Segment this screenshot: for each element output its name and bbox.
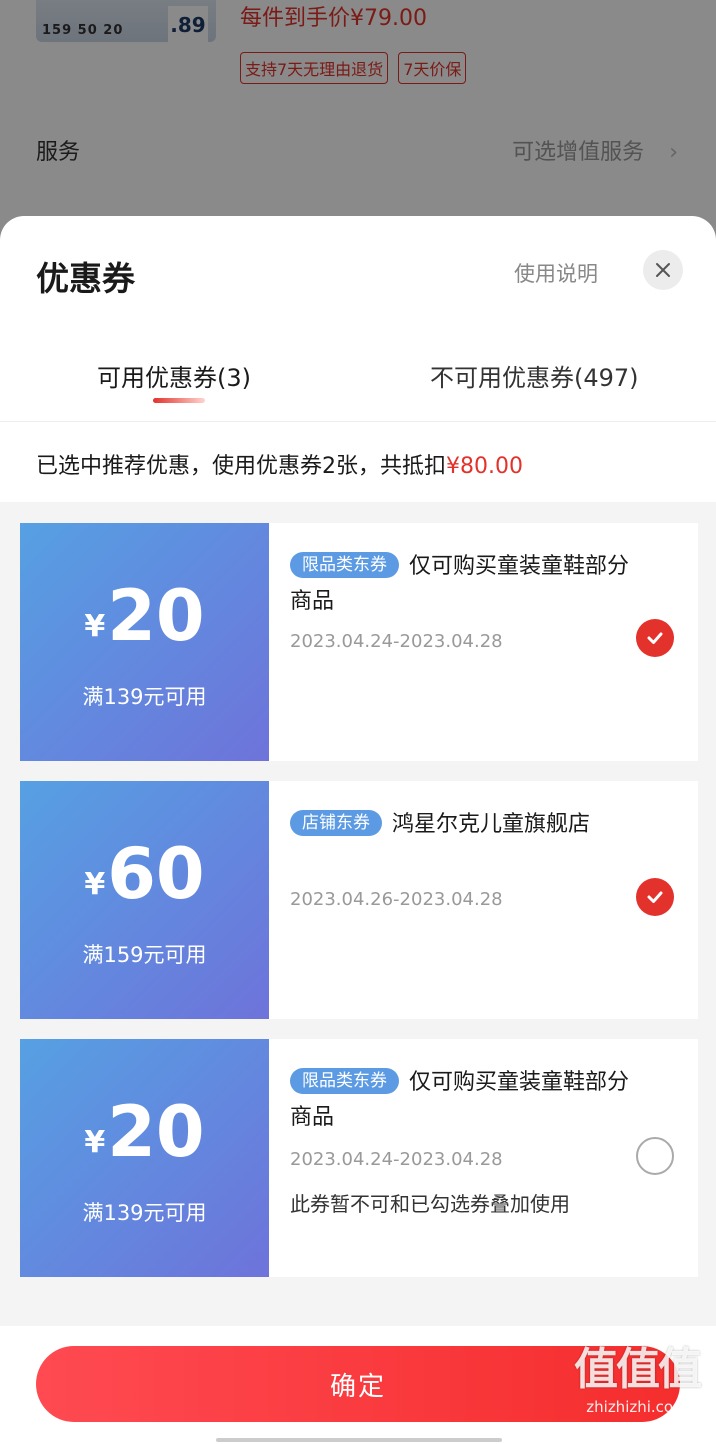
coupon-value-panel: ¥20 满139元可用 [15,523,269,761]
coupon-condition: 满139元可用 [82,685,207,709]
watermark: 值值值 zhizhizhi.com [564,1342,710,1416]
checkmark-icon [647,891,663,903]
watermark-logo: 值值值 [574,1344,702,1395]
close-icon [656,263,670,277]
coupon-info: 店铺东券 鸿星尔克儿童旗舰店 2023.04.26-2023.04.28 [269,781,698,1019]
home-indicator [216,1438,502,1442]
coupon-checkbox-checked[interactable] [636,878,674,916]
coupon-condition: 满139元可用 [82,1201,207,1225]
coupon-value-panel: ¥20 满139元可用 [15,1039,269,1277]
coupon-tabs: 可用优惠券(3) 不可用优惠券(497) [0,346,716,422]
tab-unavailable-coupons[interactable]: 不可用优惠券(497) [430,358,639,393]
bottom-bar: 确定 值值值 zhizhizhi.com [0,1326,716,1444]
coupon-card[interactable]: ¥20 满139元可用 限品类东券 仅可购买童装童鞋部分商品 2023.04.24… [15,1039,698,1277]
coupon-info: 限品类东券 仅可购买童装童鞋部分商品 2023.04.24-2023.04.28 … [269,1039,698,1277]
coupon-name: 限品类东券 仅可购买童装童鞋部分商品 [290,549,650,619]
coupon-name-text: 鸿星尔克儿童旗舰店 [392,812,591,837]
tab-available-coupons[interactable]: 可用优惠券(3) [97,358,251,393]
close-button[interactable] [643,250,683,290]
usage-instructions-link[interactable]: 使用说明 [514,258,598,288]
coupon-stack-note: 此券暂不可和已勾选券叠加使用 [290,1192,570,1216]
coupon-currency: ¥ [84,867,106,902]
coupon-card[interactable]: ¥60 满159元可用 店铺东券 鸿星尔克儿童旗舰店 2023.04.26-202… [15,781,698,1019]
coupon-type-badge: 限品类东券 [290,1068,399,1094]
coupon-value-panel: ¥60 满159元可用 [15,781,269,1019]
coupon-checkbox-unchecked[interactable] [636,1137,674,1175]
coupon-validity: 2023.04.24-2023.04.28 [290,1149,503,1170]
coupon-info: 限品类东券 仅可购买童装童鞋部分商品 2023.04.24-2023.04.28 [269,523,698,761]
active-tab-indicator [153,398,205,403]
checkmark-icon [647,632,663,644]
coupon-type-badge: 店铺东券 [290,810,382,836]
coupon-checkbox-checked[interactable] [636,619,674,657]
watermark-site: zhizhizhi.com [586,1398,688,1416]
coupon-type-badge: 限品类东券 [290,552,399,578]
summary-amount: ¥80.00 [446,454,523,479]
coupon-validity: 2023.04.24-2023.04.28 [290,631,503,652]
coupon-sheet: 优惠券 使用说明 可用优惠券(3) 不可用优惠券(497) 已选中推荐优惠，使用… [0,216,716,1444]
coupon-currency: ¥ [84,1125,106,1160]
coupon-condition: 满159元可用 [82,943,207,967]
coupon-amount: 20 [107,1091,205,1173]
summary-text: 已选中推荐优惠，使用优惠券2张，共抵扣 [36,454,446,479]
coupon-currency: ¥ [84,609,106,644]
coupon-amount: 60 [107,833,205,915]
selection-summary: 已选中推荐优惠，使用优惠券2张，共抵扣¥80.00 [36,448,523,480]
coupon-card[interactable]: ¥20 满139元可用 限品类东券 仅可购买童装童鞋部分商品 2023.04.24… [15,523,698,761]
coupon-list: ¥20 满139元可用 限品类东券 仅可购买童装童鞋部分商品 2023.04.24… [0,502,716,1326]
sheet-title: 优惠券 [36,259,135,298]
coupon-name: 限品类东券 仅可购买童装童鞋部分商品 [290,1065,650,1135]
coupon-amount: 20 [107,575,205,657]
coupon-validity: 2023.04.26-2023.04.28 [290,889,503,910]
coupon-name: 店铺东券 鸿星尔克儿童旗舰店 [290,807,650,842]
